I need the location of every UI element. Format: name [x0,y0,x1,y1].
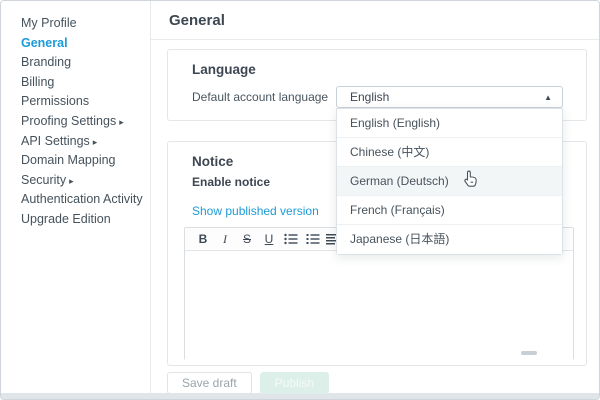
sidebar-item-proofing-settings[interactable]: Proofing Settings▸ [1,112,150,132]
language-card-title: Language [192,62,256,77]
strikethrough-button[interactable]: S [237,230,257,249]
bold-button[interactable]: B [193,230,213,249]
save-draft-button[interactable]: Save draft [167,372,252,394]
sidebar-item-domain-mapping[interactable]: Domain Mapping [1,151,150,171]
default-language-select[interactable]: English ▲ [336,86,563,108]
editor-resize-grip[interactable] [521,351,537,355]
hand-pointer-cursor-icon [462,170,479,200]
language-dropdown-menu: English (English) Chinese (中文) German (D… [336,108,563,255]
sidebar-item-api-settings[interactable]: API Settings▸ [1,132,150,152]
unordered-list-icon[interactable] [281,230,301,249]
page-title: General [169,12,225,29]
language-option-french[interactable]: French (Français) [337,196,562,225]
sidebar-item-general[interactable]: General [1,34,150,54]
sidebar-item-security[interactable]: Security▸ [1,171,150,191]
publish-button[interactable]: Publish [260,372,329,394]
submenu-arrow-icon: ▸ [69,176,74,186]
italic-button[interactable]: I [215,230,235,249]
editor-text-area[interactable] [185,251,573,360]
sidebar-item-permissions[interactable]: Permissions [1,92,150,112]
sidebar-item-my-profile[interactable]: My Profile [1,14,150,34]
sidebar-item-authentication-activity[interactable]: Authentication Activity [1,190,150,210]
show-published-version-link[interactable]: Show published version [192,204,319,218]
sidebar-item-upgrade-edition[interactable]: Upgrade Edition [1,210,150,230]
language-option-chinese[interactable]: Chinese (中文) [337,138,562,167]
submenu-arrow-icon: ▸ [93,137,98,147]
settings-sidebar: My Profile General Branding Billing Perm… [1,1,151,394]
language-option-german[interactable]: German (Deutsch) [337,167,562,196]
ordered-list-icon[interactable] [303,230,323,249]
default-language-label: Default account language [192,90,328,104]
chevron-up-icon: ▲ [544,93,552,102]
settings-window: My Profile General Branding Billing Perm… [0,0,600,400]
notice-card-title: Notice [192,154,233,169]
sidebar-item-billing[interactable]: Billing [1,73,150,93]
enable-notice-label: Enable notice [192,175,270,189]
selected-language-value: English [350,90,389,104]
underline-button[interactable]: U [259,230,279,249]
sidebar-item-branding[interactable]: Branding [1,53,150,73]
notice-actions: Save draft Publish [167,372,329,394]
language-option-japanese[interactable]: Japanese (日本語) [337,225,562,254]
language-option-english[interactable]: English (English) [337,109,562,138]
title-divider [151,39,600,40]
submenu-arrow-icon: ▸ [119,117,124,127]
